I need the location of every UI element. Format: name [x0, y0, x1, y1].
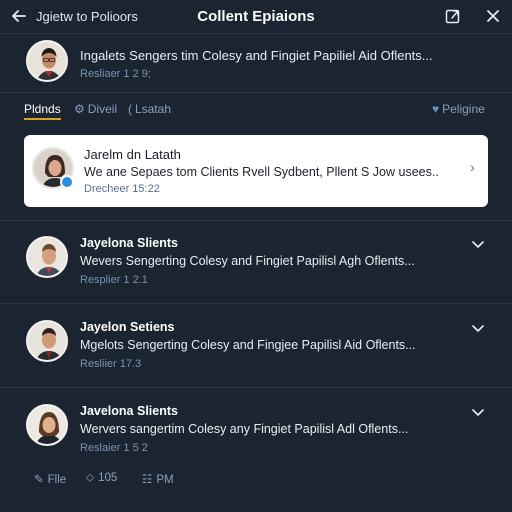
comment-text: We ane Sepaes tom Clients Rvell Sydbent,…	[84, 165, 439, 179]
chevron-down-icon[interactable]	[470, 320, 486, 336]
avatar	[26, 320, 68, 362]
comment-meta: Reslaier 1 5 2	[80, 442, 148, 454]
close-icon[interactable]	[484, 7, 502, 25]
comment-author: Jayelona Slients	[80, 236, 178, 250]
tab-label: Lsatah	[135, 102, 172, 116]
chevron-down-icon[interactable]	[470, 404, 486, 420]
list-item[interactable]: Jayelon Setiens Mgelots Sengerting Coles…	[0, 320, 512, 404]
page-title: Collent Epiaions	[197, 8, 315, 25]
compose-post[interactable]: Ingalets Sengers tim Colesy and Fingiet …	[0, 34, 512, 92]
tab-diveil[interactable]: ⚙ Diveil	[74, 102, 117, 116]
settings-icon: ⚙	[74, 102, 85, 116]
footer-label: Flle	[47, 474, 67, 486]
tab-label: Diveil	[87, 102, 118, 116]
comment-text: Wevers Sengerting Colesy and Fingiet Pap…	[80, 254, 415, 268]
comment-text: Mgelots Sengerting Colesy and Fingjee Pa…	[80, 338, 416, 352]
chevron-right-icon[interactable]: ›	[470, 159, 475, 175]
share-square-icon[interactable]	[444, 7, 462, 25]
file-button[interactable]: ✎ Flle	[34, 472, 66, 486]
avatar	[26, 236, 68, 278]
compose-meta: Resliaer 1 2 9;	[80, 68, 151, 80]
comment-meta: Resplier 1 2.1	[80, 274, 148, 286]
verified-badge-icon	[60, 175, 74, 189]
comment-icon: ⬦	[86, 472, 95, 484]
tab-pldnds[interactable]: Pldnds	[24, 102, 61, 120]
footer-label: 105	[98, 472, 118, 484]
heart-icon: ♥	[432, 102, 440, 116]
tab-label: Peligine	[442, 102, 485, 116]
comment-author: Jayelon Setiens	[80, 320, 175, 334]
compose-text: Ingalets Sengers tim Colesy and Fingiet …	[80, 48, 433, 63]
tab-lsatah[interactable]: (Lsatah	[128, 102, 171, 116]
divider	[0, 220, 512, 221]
divider	[0, 92, 512, 93]
chevron-down-icon[interactable]	[470, 236, 486, 252]
top-bar: Jgietw to Polioors Collent Epiaions	[0, 0, 512, 34]
footer-label: PM	[156, 474, 174, 486]
divider	[0, 303, 512, 304]
tab-peligine[interactable]: ♥ Peligine	[432, 102, 485, 116]
comment-author: Jarelm dn Latath	[84, 147, 181, 162]
avatar	[26, 40, 68, 82]
tab-label: Pldnds	[24, 102, 61, 116]
divider	[0, 387, 512, 388]
comment-meta: Resliier 17.3	[80, 358, 142, 370]
bracket-icon: (	[128, 102, 132, 116]
list-item[interactable]: Jayelona Slients Wevers Sengerting Coles…	[0, 236, 512, 320]
avatar	[26, 404, 68, 446]
highlighted-comment-card[interactable]: Jarelm dn Latath We ane Sepaes tom Clien…	[24, 135, 488, 207]
comment-text: Wervers sangertim Colesy any Fingiet Pap…	[80, 422, 409, 436]
pm-button[interactable]: ☷ PM	[142, 472, 174, 486]
comment-author: Javelona Slients	[80, 404, 178, 418]
footer-actions: ✎ Flle ⬦ 105 ☷ PM	[0, 464, 512, 494]
filter-tabs: Pldnds ⚙ Diveil (Lsatah ♥ Peligine	[0, 96, 512, 122]
comment-meta: Drecheer 15:22	[84, 183, 160, 195]
count-button[interactable]: ⬦ 105	[86, 472, 117, 485]
pencil-icon: ✎	[34, 474, 44, 486]
calendar-icon: ☷	[142, 474, 153, 486]
